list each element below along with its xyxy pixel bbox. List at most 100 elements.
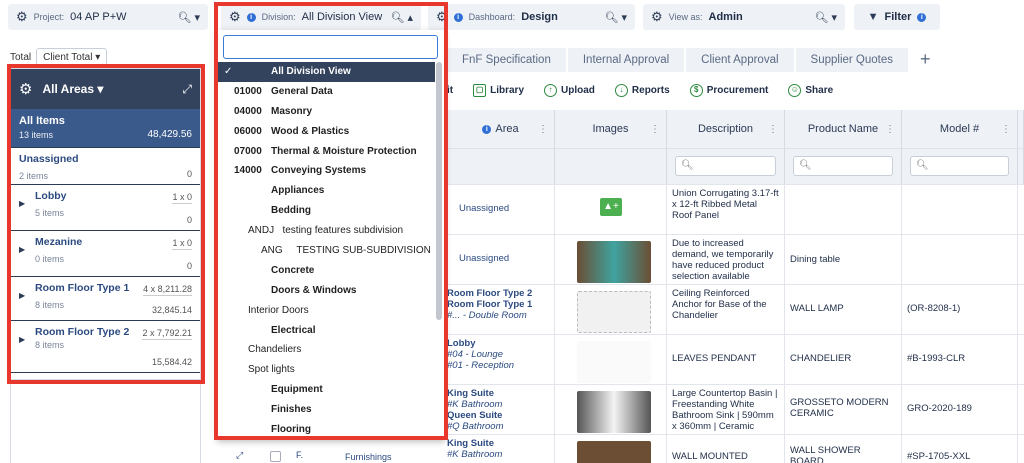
total-select[interactable]: Client Total ▾ <box>36 48 108 67</box>
column-menu-icon[interactable]: ⋮ <box>1001 124 1011 135</box>
expand-icon[interactable]: ⤢ <box>182 82 192 97</box>
division-selector[interactable]: ⚙ i Division: All Division View 🔍︎ ▴ <box>221 4 421 30</box>
product-cell: WALL LAMP <box>785 285 902 334</box>
column-header-product-name[interactable]: Product Name ⋮ <box>785 110 902 148</box>
area-item-room-floor-type-1[interactable]: ▶ Room Floor Type 1 8 items 4 x 8,211.28… <box>11 277 200 321</box>
row-checkbox[interactable] <box>270 451 281 462</box>
file-icon[interactable]: F. <box>296 450 303 460</box>
tab-supplier-quotes[interactable]: Supplier Quotes <box>795 48 908 72</box>
row-controls-strip: ⤢ F. Furnishings <box>230 450 430 463</box>
division-search-input[interactable] <box>223 35 438 59</box>
column-menu-icon[interactable]: ⋮ <box>650 124 660 135</box>
table-row[interactable]: Lobby #04 - Lounge #01 - Reception LEAVE… <box>447 334 1024 384</box>
area-name: Room Floor Type 2 <box>35 326 130 338</box>
table-row[interactable]: Unassigned ▲+ Union Corrugating 3.17-ft … <box>447 184 1024 234</box>
product-image[interactable] <box>577 441 651 463</box>
area-item-room-floor-type-2[interactable]: ▶ Room Floor Type 2 8 items 2 x 7,792.21… <box>11 321 200 373</box>
add-tab-icon[interactable]: + <box>910 48 941 72</box>
column-header-model[interactable]: Model # ⋮ <box>902 110 1018 148</box>
image-cell[interactable] <box>555 435 667 463</box>
gear-icon[interactable]: ⚙ <box>229 9 241 25</box>
search-caret-icon[interactable]: 🔍︎ ▾ <box>604 11 627 24</box>
areas-title[interactable]: All Areas ▾ <box>42 82 103 96</box>
product-image[interactable] <box>577 391 651 433</box>
division-option[interactable]: ANG TESTING SUB-SUBDIVISION <box>217 241 435 261</box>
product-image[interactable] <box>577 241 651 283</box>
division-option[interactable]: 07000 Thermal & Moisture Protection <box>217 142 435 162</box>
division-option[interactable]: Finishes <box>217 400 435 420</box>
library-button[interactable]: ▢ Library <box>473 84 524 97</box>
table-row[interactable]: King Suite #K Bathroom Queen Suite #Q Ba… <box>447 384 1024 434</box>
gear-icon[interactable]: ⚙ <box>436 9 448 25</box>
gear-icon[interactable]: ⚙ <box>19 80 32 98</box>
dashboard-selector[interactable]: ⚙ i Dashboard: Design 🔍︎ ▾ <box>428 4 635 30</box>
column-header-area[interactable]: i Area ⋮ <box>447 110 555 148</box>
division-option[interactable]: 01000 General Data <box>217 82 435 102</box>
division-option[interactable]: Bedding <box>217 201 435 221</box>
expand-caret-icon[interactable]: ▶ <box>19 245 25 254</box>
table-row[interactable]: King Suite #K Bathroom WALL MOUNTED WALL… <box>447 434 1024 463</box>
project-selector[interactable]: ⚙ Project: 04 AP P+W 🔍︎ ▾ <box>8 4 208 30</box>
total-label: Total <box>10 52 32 63</box>
product-image[interactable] <box>577 341 651 383</box>
division-option[interactable]: Spot lights <box>217 360 435 380</box>
division-option[interactable]: 06000 Wood & Plastics <box>217 122 435 142</box>
product-cell: CHANDELIER <box>785 335 902 384</box>
column-header-description[interactable]: Description ⋮ <box>667 110 785 148</box>
area-item-all[interactable]: All Items 13 items 48,429.56 <box>11 109 200 147</box>
column-menu-icon[interactable]: ⋮ <box>885 124 895 135</box>
column-header-images[interactable]: Images ⋮ <box>555 110 667 148</box>
area-item-unassigned[interactable]: Unassigned 2 items 0 <box>11 147 200 185</box>
model-filter-input[interactable]: 🔍︎ <box>910 156 1009 176</box>
division-option[interactable]: 04000 Masonry <box>217 102 435 122</box>
division-option[interactable]: Chandeliers <box>217 340 435 360</box>
dollar-icon: $ <box>689 84 703 97</box>
division-option[interactable]: Interior Doors <box>217 301 435 321</box>
expand-caret-icon[interactable]: ▶ <box>19 335 25 344</box>
image-cell[interactable]: ▲+ <box>555 185 667 234</box>
product-filter-input[interactable]: 🔍︎ <box>793 156 893 176</box>
tab-internal-approval[interactable]: Internal Approval <box>567 48 685 72</box>
edit-action[interactable]: it <box>447 85 453 96</box>
expand-row-icon[interactable]: ⤢ <box>236 450 243 461</box>
area-item-mezanine[interactable]: ▶ Mezanine 0 items 1 x 0 0 <box>11 231 200 277</box>
division-option[interactable]: Electrical <box>217 321 435 341</box>
search-caret-icon[interactable]: 🔍︎ ▾ <box>177 11 200 24</box>
areas-panel: ⚙ All Areas ▾ ⤢ All Items 13 items 48,42… <box>10 68 201 380</box>
table-row[interactable]: Unassigned Due to increased demand, we t… <box>447 234 1024 284</box>
column-menu-icon[interactable]: ⋮ <box>538 124 548 135</box>
share-button[interactable]: ☺ Share <box>788 84 833 97</box>
dropdown-scrollbar[interactable] <box>436 62 442 320</box>
add-image-icon[interactable]: ▲+ <box>600 198 622 216</box>
area-item-lobby[interactable]: ▶ Lobby 5 items 1 x 0 0 <box>11 185 200 231</box>
gear-icon[interactable]: ⚙ <box>16 9 28 25</box>
division-option[interactable]: Doors & Windows <box>217 281 435 301</box>
division-option[interactable]: ANDJ testing features subdivision <box>217 221 435 241</box>
image-cell[interactable] <box>555 385 667 434</box>
expand-caret-icon[interactable]: ▶ <box>19 199 25 208</box>
division-option[interactable]: ✓ All Division View <box>217 62 435 82</box>
table-row[interactable]: Room Floor Type 2 Room Floor Type 1 #...… <box>447 284 1024 334</box>
expand-caret-icon[interactable]: ▶ <box>19 291 25 300</box>
column-menu-icon[interactable]: ⋮ <box>768 124 778 135</box>
image-cell[interactable] <box>555 285 667 334</box>
tab-fnf-specification[interactable]: FnF Specification <box>447 48 566 72</box>
view-as-selector[interactable]: ⚙ View as: Admin 🔍︎ ▾ <box>643 4 845 30</box>
division-option[interactable]: Appliances <box>217 181 435 201</box>
search-caret-up-icon[interactable]: 🔍︎ ▴ <box>390 11 413 24</box>
tab-client-approval[interactable]: Client Approval <box>686 48 794 72</box>
procurement-button[interactable]: $ Procurement <box>689 84 768 97</box>
search-caret-icon[interactable]: 🔍︎ ▾ <box>814 11 837 24</box>
filter-button[interactable]: ▼ Filter i <box>854 4 940 30</box>
reports-button[interactable]: ↓ Reports <box>614 84 670 97</box>
division-option[interactable]: Flooring <box>217 420 435 440</box>
division-option[interactable]: 14000 Conveying Systems <box>217 161 435 181</box>
image-cell[interactable] <box>555 235 667 284</box>
division-option[interactable]: Equipment <box>217 380 435 400</box>
description-filter-input[interactable]: 🔍︎ <box>675 156 776 176</box>
upload-button[interactable]: ↑ Upload <box>544 84 595 97</box>
image-cell[interactable] <box>555 335 667 384</box>
product-image[interactable] <box>577 291 651 333</box>
gear-icon[interactable]: ⚙ <box>651 9 663 25</box>
division-option[interactable]: Concrete <box>217 261 435 281</box>
